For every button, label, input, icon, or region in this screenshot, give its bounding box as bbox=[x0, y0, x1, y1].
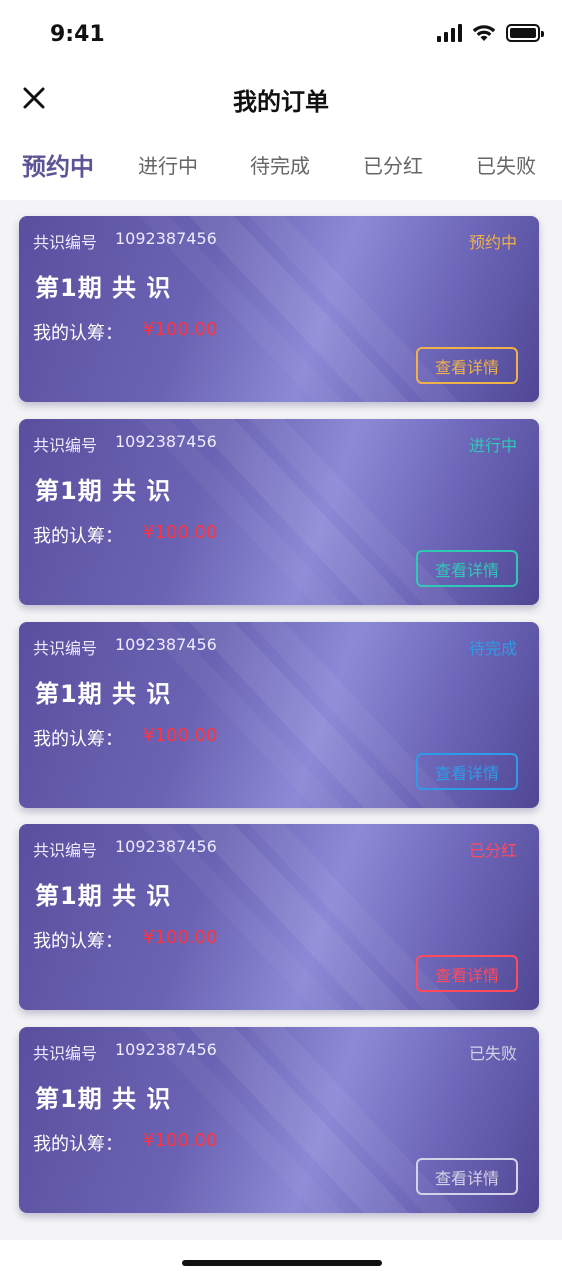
order-tabs: 预约中 进行中 待完成 已分红 已失败 bbox=[0, 140, 562, 190]
order-number: 1092387456 bbox=[115, 837, 217, 856]
subscription-label: 我的认筹： bbox=[33, 526, 123, 547]
order-card[interactable]: 共识编号 1092387456 已失败 第1期 共 识 我的认筹： ¥100.0… bbox=[19, 1027, 539, 1213]
page-title: 我的订单 bbox=[233, 88, 329, 116]
order-status: 已分红 bbox=[468, 841, 517, 860]
order-status: 进行中 bbox=[468, 436, 517, 455]
view-details-button[interactable]: 查看详情 bbox=[416, 550, 518, 587]
order-title: 第1期 共 识 bbox=[35, 1085, 172, 1113]
order-list: 共识编号 1092387456 预约中 第1期 共 识 我的认筹： ¥100.0… bbox=[0, 200, 562, 1240]
subscription-label: 我的认筹： bbox=[33, 729, 123, 750]
order-card[interactable]: 共识编号 1092387456 已分红 第1期 共 识 我的认筹： ¥100.0… bbox=[19, 824, 539, 1010]
order-number: 1092387456 bbox=[115, 635, 217, 654]
order-status: 已失败 bbox=[468, 1044, 517, 1063]
order-card[interactable]: 共识编号 1092387456 待完成 第1期 共 识 我的认筹： ¥100.0… bbox=[19, 622, 539, 808]
order-number: 1092387456 bbox=[115, 229, 217, 248]
order-title: 第1期 共 识 bbox=[35, 477, 172, 505]
order-status: 预约中 bbox=[468, 233, 517, 252]
screen: 9:41 我的订单 预约中 进行中 待完成 已分红 已失败 共识编号 10923… bbox=[0, 0, 562, 1280]
order-number-label: 共识编号 bbox=[33, 436, 98, 455]
order-title: 第1期 共 识 bbox=[35, 882, 172, 910]
subscription-label: 我的认筹： bbox=[33, 323, 123, 344]
home-indicator bbox=[182, 1260, 382, 1266]
order-title: 第1期 共 识 bbox=[35, 274, 172, 302]
status-bar: 9:41 bbox=[0, 0, 562, 70]
subscription-amount: ¥100.00 bbox=[143, 927, 218, 948]
tab-dividend[interactable]: 已分红 bbox=[363, 150, 423, 179]
subscription-amount: ¥100.00 bbox=[143, 1130, 218, 1151]
header: 我的订单 bbox=[0, 70, 562, 130]
order-card[interactable]: 共识编号 1092387456 预约中 第1期 共 识 我的认筹： ¥100.0… bbox=[19, 216, 539, 402]
order-number: 1092387456 bbox=[115, 1040, 217, 1059]
battery-icon bbox=[506, 24, 544, 42]
tab-pending[interactable]: 待完成 bbox=[250, 150, 310, 179]
cellular-signal-icon bbox=[437, 24, 462, 42]
wifi-icon bbox=[472, 25, 496, 41]
status-icons bbox=[437, 24, 544, 42]
tab-reserving[interactable]: 预约中 bbox=[22, 147, 94, 182]
view-details-button[interactable]: 查看详情 bbox=[416, 347, 518, 384]
status-time: 9:41 bbox=[50, 22, 105, 47]
tab-failed[interactable]: 已失败 bbox=[476, 150, 536, 179]
order-card[interactable]: 共识编号 1092387456 进行中 第1期 共 识 我的认筹： ¥100.0… bbox=[19, 419, 539, 605]
subscription-amount: ¥100.00 bbox=[143, 522, 218, 543]
order-number-label: 共识编号 bbox=[33, 233, 98, 252]
view-details-button[interactable]: 查看详情 bbox=[416, 955, 518, 992]
order-number-label: 共识编号 bbox=[33, 1044, 98, 1063]
view-details-button[interactable]: 查看详情 bbox=[416, 1158, 518, 1195]
view-details-button[interactable]: 查看详情 bbox=[416, 753, 518, 790]
order-title: 第1期 共 识 bbox=[35, 680, 172, 708]
order-number-label: 共识编号 bbox=[33, 639, 98, 658]
subscription-amount: ¥100.00 bbox=[143, 319, 218, 340]
order-number-label: 共识编号 bbox=[33, 841, 98, 860]
order-number: 1092387456 bbox=[115, 432, 217, 451]
subscription-amount: ¥100.00 bbox=[143, 725, 218, 746]
order-status: 待完成 bbox=[468, 639, 517, 658]
subscription-label: 我的认筹： bbox=[33, 931, 123, 952]
subscription-label: 我的认筹： bbox=[33, 1134, 123, 1155]
tab-in-progress[interactable]: 进行中 bbox=[138, 150, 198, 179]
